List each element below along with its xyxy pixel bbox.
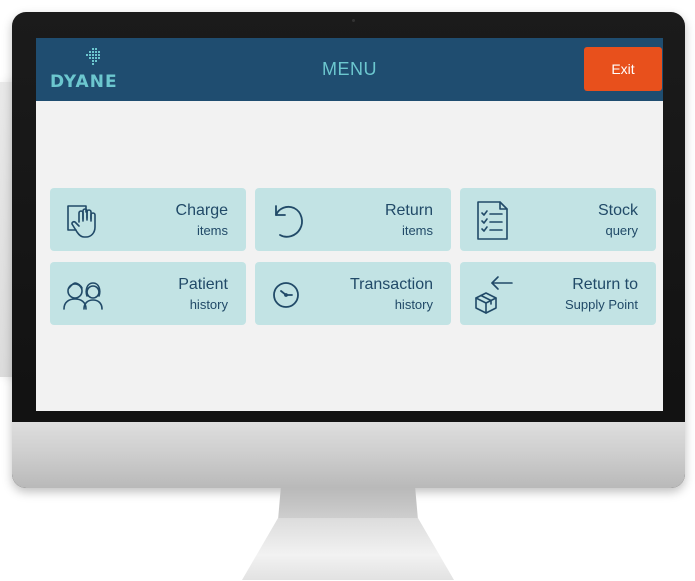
patient-history-label: Patient history	[178, 276, 228, 314]
monitor: MENU DYANE Exit Charge items Return item…	[12, 12, 685, 488]
supply-label-main: Return to	[572, 276, 638, 293]
stock-label-sub: query	[605, 223, 638, 238]
transaction-history-button[interactable]: Transaction history	[255, 262, 451, 325]
app-header: MENU DYANE Exit	[36, 38, 663, 101]
exit-button[interactable]: Exit	[584, 47, 662, 91]
patient-history-button[interactable]: Patient history	[50, 262, 246, 325]
patient-label-sub: history	[189, 297, 228, 312]
clock-icon	[265, 271, 311, 317]
transaction-label-main: Transaction	[350, 276, 433, 293]
logo-mark-icon	[86, 48, 100, 65]
stock-query-button[interactable]: Stock query	[460, 188, 656, 251]
transaction-label-sub: history	[394, 297, 433, 312]
monitor-stand-neck	[278, 488, 418, 520]
charge-label-main: Charge	[175, 202, 228, 219]
patient-label-main: Patient	[178, 276, 228, 293]
camera-dot	[352, 19, 355, 22]
return-label-sub: items	[401, 223, 433, 238]
supply-label-sub: Supply Point	[565, 297, 638, 312]
people-icon	[60, 271, 106, 317]
charge-label-sub: items	[196, 223, 228, 238]
logo: DYANE	[50, 48, 160, 94]
box-arrow-icon	[470, 271, 516, 317]
monitor-chin	[12, 422, 685, 488]
undo-arrow-icon	[265, 197, 311, 243]
checklist-icon	[470, 197, 516, 243]
hand-tablet-icon	[60, 197, 106, 243]
return-items-button[interactable]: Return items	[255, 188, 451, 251]
screen: MENU DYANE Exit Charge items Return item…	[36, 38, 663, 411]
charge-items-label: Charge items	[176, 202, 228, 240]
transaction-history-label: Transaction history	[350, 276, 433, 314]
return-label-main: Return	[384, 202, 433, 219]
charge-items-button[interactable]: Charge items	[50, 188, 246, 251]
return-to-supply-point-button[interactable]: Return to Supply Point	[460, 262, 656, 325]
stock-label-main: Stock	[597, 202, 638, 219]
monitor-stand-base	[242, 518, 454, 580]
logo-text: DYANE	[50, 72, 118, 92]
stage: MENU DYANE Exit Charge items Return item…	[0, 0, 695, 581]
return-to-supply-point-label: Return to Supply Point	[565, 276, 638, 314]
stock-query-label: Stock query	[598, 202, 638, 240]
return-items-label: Return items	[385, 202, 433, 240]
